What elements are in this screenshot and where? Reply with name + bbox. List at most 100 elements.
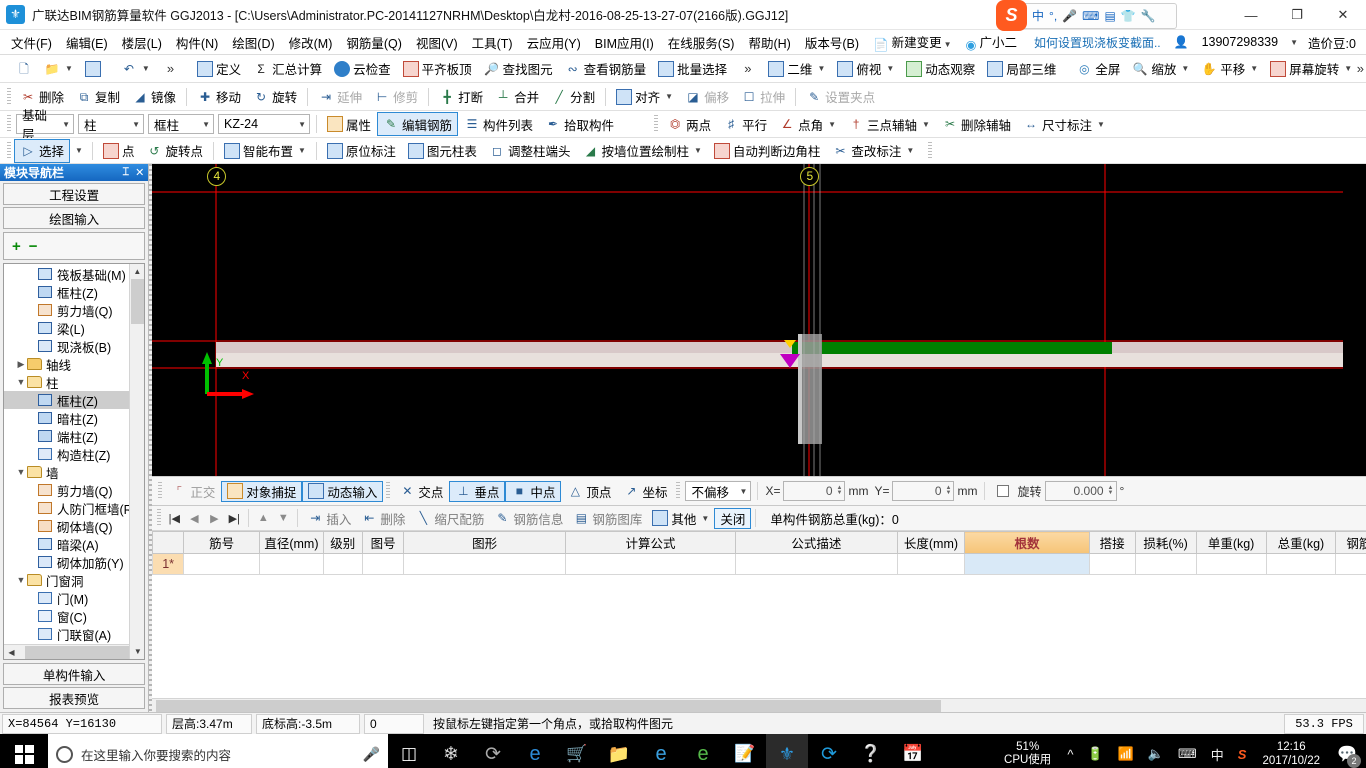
maximize-button[interactable]: ❐: [1274, 0, 1320, 30]
toolbar1-overflow-button[interactable]: »: [733, 57, 762, 81]
last-record-button[interactable]: ▶|: [224, 512, 244, 525]
taskbar-clock[interactable]: 12:16 2017/10/22: [1254, 740, 1328, 768]
blue-spiral-icon[interactable]: ⟳: [808, 734, 850, 768]
rebar-info-button[interactable]: ✎钢筋信息: [489, 508, 568, 529]
align-slab-top-button[interactable]: 平齐板顶: [397, 57, 478, 81]
first-record-button[interactable]: |◀: [164, 512, 184, 525]
volume-icon[interactable]: 🔈: [1142, 746, 1170, 762]
pin-icon[interactable]: ⌶: [123, 166, 130, 179]
summary-calc-button[interactable]: Σ汇总计算: [247, 57, 328, 81]
col-total-weight[interactable]: 总重(kg): [1266, 532, 1336, 554]
edit-rebar-button[interactable]: ✎编辑钢筋: [377, 112, 458, 136]
scroll-down-icon[interactable]: ▼: [130, 644, 145, 659]
ime-mode-icon[interactable]: 中: [1032, 10, 1044, 22]
dimension-button[interactable]: ↔尺寸标注▼: [1017, 112, 1111, 136]
chevron-down-icon[interactable]: ▼: [15, 467, 27, 477]
spinner-arrows-icon[interactable]: ▲▼: [1108, 486, 1114, 496]
mirror-button[interactable]: ◢镜像: [126, 85, 182, 109]
sogou-icon[interactable]: S: [1232, 747, 1253, 762]
auto-corner-column-button[interactable]: 自动判断边角柱: [708, 139, 827, 163]
menu-file[interactable]: 文件(F): [4, 30, 59, 55]
toolbar-grip[interactable]: [928, 142, 932, 160]
y-offset-input[interactable]: 0▲▼: [892, 481, 954, 501]
snap-coordinate-button[interactable]: ↗坐标: [617, 481, 673, 502]
tree-item-暗梁A[interactable]: 暗梁(A): [4, 535, 144, 553]
save-button[interactable]: [79, 57, 107, 81]
nav-report-preview-button[interactable]: 报表预览: [3, 687, 145, 709]
tree-horizontal-scrollbar[interactable]: ◀ ▶: [4, 644, 144, 659]
extend-button[interactable]: ⇥延伸: [312, 85, 368, 109]
rotate-point-button[interactable]: ↺旋转点: [140, 139, 209, 163]
toolbar-grip[interactable]: [7, 115, 11, 133]
menu-cloud[interactable]: 云应用(Y): [520, 30, 588, 55]
member-list-button[interactable]: ☰构件列表: [458, 112, 539, 136]
toolbar-grip[interactable]: [386, 482, 390, 500]
menu-view[interactable]: 视图(V): [409, 30, 465, 55]
spinner-arrows-icon[interactable]: ▲▼: [946, 486, 952, 496]
cell-figure-no[interactable]: [362, 554, 403, 575]
tree-item-端柱Z[interactable]: 端柱(Z): [4, 427, 144, 445]
cell-formula-desc[interactable]: [736, 554, 898, 575]
tree-item-轴线[interactable]: ▶轴线: [4, 355, 144, 373]
modify-annotation-button[interactable]: ✂查改标注▼: [826, 139, 920, 163]
scroll-up-icon[interactable]: ▲: [130, 264, 144, 279]
menu-rebar[interactable]: 钢筋量(Q): [339, 30, 409, 55]
col-unit-weight[interactable]: 单重(kg): [1196, 532, 1266, 554]
task-view-icon[interactable]: ◫: [388, 734, 430, 768]
copy-button[interactable]: ⧉复制: [70, 85, 126, 109]
trim-button[interactable]: ⊢修剪: [368, 85, 424, 109]
explorer-icon[interactable]: 📁: [598, 734, 640, 768]
open-file-button[interactable]: 📁▼: [38, 57, 79, 81]
cell-total-weight[interactable]: [1266, 554, 1336, 575]
rotate-input[interactable]: 0.000▲▼: [1045, 481, 1117, 501]
close-button[interactable]: ✕: [1320, 0, 1366, 30]
chevron-down-icon[interactable]: ▼: [15, 575, 27, 585]
column-table-button[interactable]: 图元柱表: [402, 139, 483, 163]
microphone-icon[interactable]: 🎤: [363, 746, 380, 763]
screen-rotate-button[interactable]: 屏幕旋转▼: [1264, 57, 1358, 81]
scrollbar-track[interactable]: [19, 646, 129, 659]
close-rebar-button[interactable]: 关闭: [714, 508, 751, 529]
tree-item-剪力墙Q[interactable]: 剪力墙(Q): [4, 301, 144, 319]
tree-item-门M[interactable]: 门(M): [4, 589, 144, 607]
move-down-button[interactable]: ▼: [273, 512, 293, 524]
cell-loss[interactable]: [1135, 554, 1196, 575]
tree-item-人防门框墙RF[interactable]: 人防门框墙(RF: [4, 499, 144, 517]
offset-button[interactable]: ◪偏移: [679, 85, 735, 109]
tree-item-构造柱Z[interactable]: 构造柱(Z): [4, 445, 144, 463]
ime-toolbar[interactable]: S 中 °, 🎤 ⌨ ▤ 👕 🔧: [1003, 3, 1177, 29]
menu-tools[interactable]: 工具(T): [465, 30, 520, 55]
ie-icon[interactable]: e: [640, 734, 682, 768]
two-point-axis-button[interactable]: ⏣两点: [661, 112, 717, 136]
offset-mode-select[interactable]: 不偏移▼: [685, 481, 751, 501]
category-select[interactable]: 柱▼: [78, 114, 144, 134]
tree-item-门窗洞[interactable]: ▼门窗洞: [4, 571, 144, 589]
col-lap[interactable]: 搭接: [1089, 532, 1135, 554]
toolbar-grip[interactable]: [654, 115, 658, 133]
split-button[interactable]: ╱分割: [545, 85, 601, 109]
break-button[interactable]: ╋打断: [433, 85, 489, 109]
tree-item-砌体加筋Y[interactable]: 砌体加筋(Y): [4, 553, 144, 571]
rotate-button[interactable]: ↻旋转: [247, 85, 303, 109]
col-formula-desc[interactable]: 公式描述: [736, 532, 898, 554]
local-3d-button[interactable]: 局部三维: [981, 57, 1062, 81]
col-diameter[interactable]: 直径(mm): [260, 532, 323, 554]
pick-member-button[interactable]: ✒拾取构件: [539, 112, 620, 136]
col-figure-no[interactable]: 图号: [362, 532, 403, 554]
undo-button[interactable]: ↶▼: [115, 57, 156, 81]
tree-item-剪力墙Q[interactable]: 剪力墙(Q): [4, 481, 144, 499]
tree-item-暗柱Z[interactable]: 暗柱(Z): [4, 409, 144, 427]
wifi-icon[interactable]: 📶: [1112, 746, 1140, 762]
snap-ortho-button[interactable]: ⌜正交: [165, 481, 221, 502]
select-tool-button[interactable]: ▷选择: [14, 139, 70, 163]
toolbar-grip[interactable]: [158, 482, 162, 500]
toolbar-grip[interactable]: [676, 482, 680, 500]
tree-item-窗C[interactable]: 窗(C): [4, 607, 144, 625]
minimize-button[interactable]: —: [1228, 0, 1274, 30]
tree-item-墙[interactable]: ▼墙: [4, 463, 144, 481]
help-icon[interactable]: ❔: [850, 734, 892, 768]
type-select[interactable]: 框柱▼: [148, 114, 214, 134]
cloud-check-button[interactable]: 云检查: [328, 57, 397, 81]
expand-all-icon[interactable]: +: [12, 239, 21, 254]
batch-select-button[interactable]: 批量选择: [652, 57, 733, 81]
